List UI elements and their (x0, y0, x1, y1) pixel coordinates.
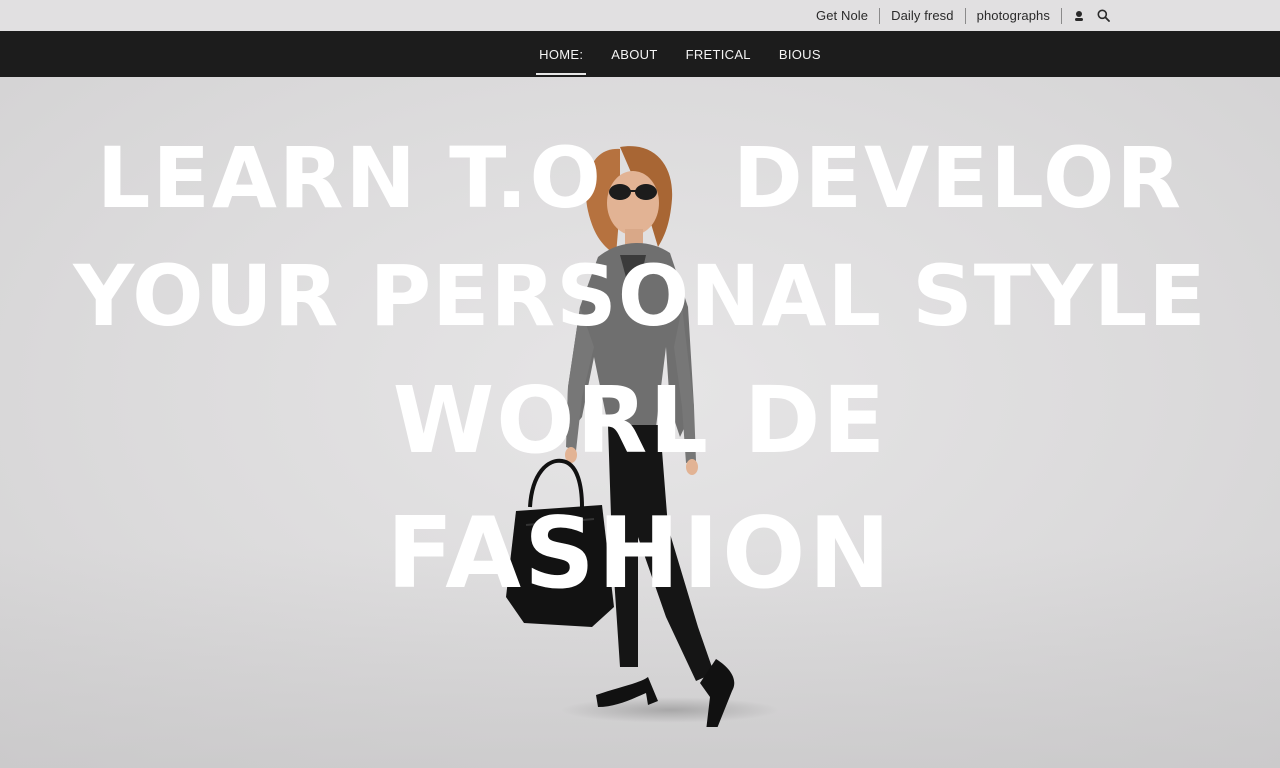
utility-bar: Get Nole Daily fresd photographs (0, 0, 1280, 31)
hero-section: LEARN T.O DEVELOR YOUR PERSONAL STYLE WOR… (0, 77, 1280, 768)
nav-item-home[interactable]: HOME: (536, 31, 587, 77)
utility-link-get-nole[interactable]: Get Nole (805, 8, 879, 24)
search-icon[interactable] (1096, 9, 1110, 23)
hero-title-line-3: WORL DE (392, 367, 888, 474)
main-nav: HOME: ABOUT FRETICAL BIOUS (0, 31, 1280, 77)
hero-title-line-4: FASHION (386, 497, 894, 611)
nav-item-bious[interactable]: BIOUS (779, 31, 821, 77)
hero-title-line-1-right: DEVELOR (732, 129, 1184, 227)
hero-title-line-1: LEARN T.O DEVELOR (0, 129, 1280, 227)
sunglasses-icon[interactable] (1072, 9, 1086, 23)
utility-divider (1061, 7, 1062, 24)
hero-title-line-1-left: LEARN T.O (96, 129, 603, 227)
nav-item-about[interactable]: ABOUT (611, 31, 657, 77)
nav-item-fretical[interactable]: FRETICAL (686, 31, 751, 77)
utility-link-daily-fresd[interactable]: Daily fresd (880, 8, 965, 24)
hero-title-line-2: YOUR PERSONAL STYLE (73, 247, 1207, 345)
utility-link-photographs[interactable]: photographs (966, 8, 1061, 24)
